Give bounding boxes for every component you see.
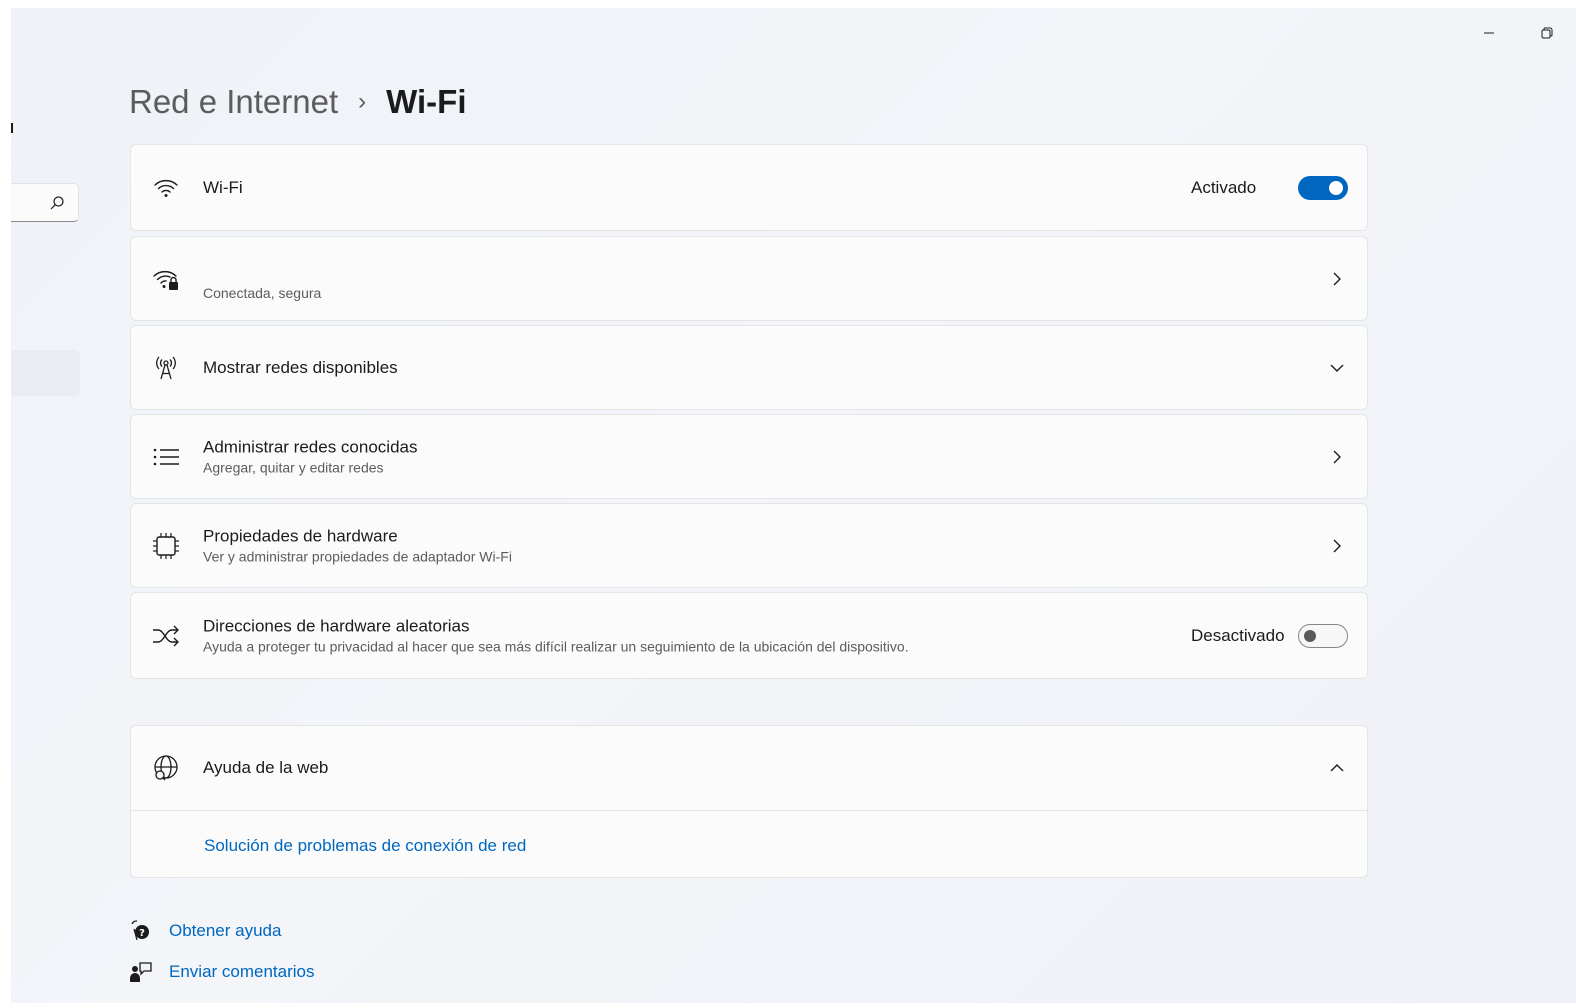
manage-known-networks-row[interactable]: Administrar redes conocidas Agregar, qui… (130, 414, 1368, 499)
antenna-icon (152, 354, 180, 382)
help-person-icon: ? (129, 919, 153, 943)
search-icon (49, 195, 65, 216)
feedback-icon (129, 960, 153, 984)
troubleshoot-network-link[interactable]: Solución de problemas de conexión de red (204, 836, 526, 856)
globe-icon (152, 754, 180, 782)
wifi-title: Wi-Fi (203, 177, 243, 197)
wifi-toggle-row: Wi-Fi Activado (130, 144, 1368, 231)
known-networks-title: Administrar redes conocidas (203, 437, 418, 456)
svg-text:?: ? (139, 928, 145, 939)
breadcrumb-separator: › (358, 88, 367, 115)
nav-item-selected[interactable] (11, 350, 80, 396)
chevron-up-icon (1325, 756, 1349, 780)
toggle-knob (1329, 180, 1343, 195)
random-addresses-toggle[interactable] (1298, 623, 1348, 648)
shuffle-icon (152, 622, 180, 650)
available-networks-title: Mostrar redes disponibles (203, 357, 398, 377)
random-addresses-title: Direcciones de hardware aleatorias (203, 616, 470, 635)
get-help-link[interactable]: ? Obtener ayuda (129, 919, 281, 943)
restore-button[interactable] (1527, 18, 1567, 48)
toggle-knob (1304, 629, 1316, 642)
minimize-icon (1484, 32, 1494, 34)
restore-icon (1541, 27, 1553, 39)
wifi-state-label: Activado (1191, 177, 1257, 197)
search-input[interactable] (11, 183, 79, 222)
wifi-secure-icon (152, 265, 180, 293)
window-edge-marker (11, 123, 13, 133)
breadcrumb: Red e Internet › Wi-Fi (129, 80, 466, 124)
chevron-right-icon (1325, 267, 1349, 291)
connection-status: Conectada, segura (203, 285, 322, 301)
known-networks-subtitle: Agregar, quitar y editar redes (203, 459, 384, 475)
settings-window: Red e Internet › Wi-Fi Wi-Fi Activado Co… (11, 8, 1576, 1003)
chevron-right-icon (1325, 445, 1349, 469)
send-feedback-link[interactable]: Enviar comentarios (129, 960, 315, 984)
web-help-section: Ayuda de la web Solución de problemas de… (130, 725, 1368, 878)
random-label-group: Direcciones de hardware aleatorias Ayuda… (203, 615, 909, 656)
show-available-networks-row[interactable]: Mostrar redes disponibles (130, 325, 1368, 410)
chevron-down-icon (1325, 356, 1349, 380)
web-help-header[interactable]: Ayuda de la web (131, 726, 1367, 811)
wifi-label-group: Wi-Fi (203, 177, 243, 199)
available-label-group: Mostrar redes disponibles (203, 357, 398, 379)
list-icon (152, 443, 180, 471)
hardware-properties-title: Propiedades de hardware (203, 526, 398, 545)
page-title: Wi-Fi (386, 83, 467, 120)
wifi-icon (152, 174, 180, 202)
web-help-title: Ayuda de la web (203, 758, 329, 777)
wifi-toggle[interactable] (1298, 175, 1348, 200)
hardware-properties-row[interactable]: Propiedades de hardware Ver y administra… (130, 503, 1368, 588)
chevron-right-icon (1325, 534, 1349, 558)
web-help-label-group: Ayuda de la web (203, 757, 328, 779)
random-state-label: Desactivado (1191, 625, 1285, 645)
hardware-label-group: Propiedades de hardware Ver y administra… (203, 525, 512, 566)
breadcrumb-parent[interactable]: Red e Internet (129, 83, 338, 121)
random-addresses-subtitle: Ayuda a proteger tu privacidad al hacer … (203, 638, 909, 654)
send-feedback-label: Enviar comentarios (169, 962, 315, 981)
minimize-button[interactable] (1469, 18, 1509, 48)
hardware-properties-subtitle: Ver y administrar propiedades de adaptad… (203, 548, 512, 564)
chip-icon (152, 532, 180, 560)
known-label-group: Administrar redes conocidas Agregar, qui… (203, 436, 417, 477)
connection-label-group: Conectada, segura (203, 284, 321, 303)
connection-row[interactable]: Conectada, segura (130, 236, 1368, 321)
get-help-label: Obtener ayuda (169, 921, 282, 940)
random-hardware-addresses-row: Direcciones de hardware aleatorias Ayuda… (130, 592, 1368, 679)
